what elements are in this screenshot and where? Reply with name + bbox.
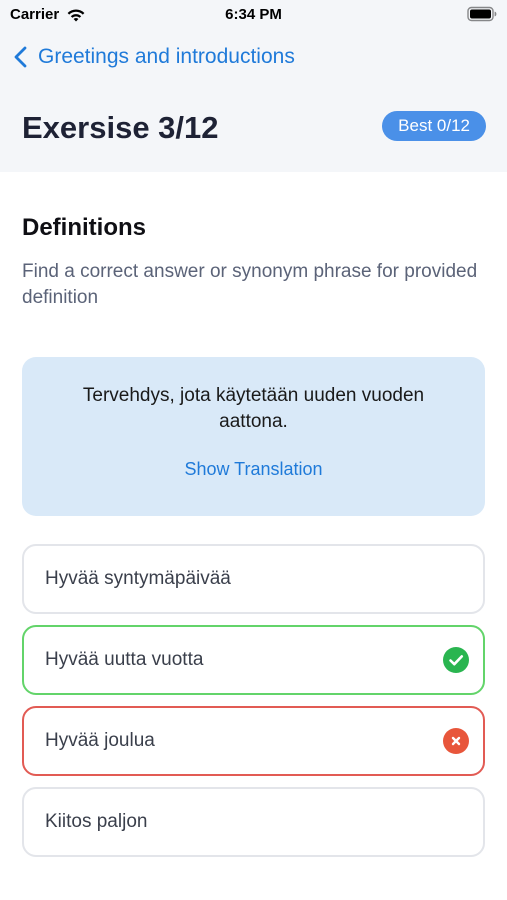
section-title: Definitions xyxy=(22,214,146,241)
answer-option-label: Hyvää syntymäpäivää xyxy=(45,568,231,589)
answer-option-label: Kiitos paljon xyxy=(45,811,148,832)
show-translation-button[interactable]: Show Translation xyxy=(22,459,485,480)
answer-option-2[interactable]: Hyvää uutta vuotta xyxy=(22,625,485,695)
answer-option-label: Hyvää joulua xyxy=(45,730,155,751)
back-button[interactable]: Greetings and introductions xyxy=(12,44,295,70)
page-title: Exersise 3/12 xyxy=(22,110,219,145)
answer-option-1[interactable]: Hyvää syntymäpäivää xyxy=(22,544,485,614)
question-text: Tervehdys, jota käytetään uuden vuoden a… xyxy=(82,385,425,432)
status-bar: Carrier 6:34 PM xyxy=(0,0,507,32)
answer-option-label: Hyvää uutta vuotta xyxy=(45,649,204,670)
battery-icon xyxy=(467,6,497,22)
chevron-left-icon xyxy=(14,46,27,68)
answer-option-3[interactable]: Hyvää joulua xyxy=(22,706,485,776)
back-button-label: Greetings and introductions xyxy=(38,45,295,68)
section-description: Find a correct answer or synonym phrase … xyxy=(22,261,478,308)
checkmark-icon xyxy=(443,647,469,673)
status-time: 6:34 PM xyxy=(225,6,282,23)
best-score-badge: Best 0/12 xyxy=(382,111,486,141)
header-area: Carrier 6:34 PM Greetings and introducti… xyxy=(0,0,507,172)
cross-icon xyxy=(443,728,469,754)
answer-option-4[interactable]: Kiitos paljon xyxy=(22,787,485,857)
question-card: Tervehdys, jota käytetään uuden vuoden a… xyxy=(22,357,485,516)
